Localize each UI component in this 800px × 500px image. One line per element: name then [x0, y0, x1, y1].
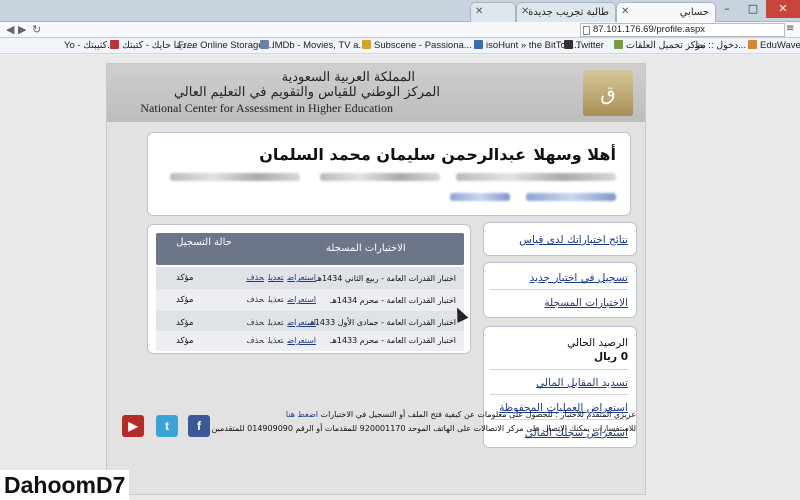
footer-info-line: عزيزي المتقدم للاختبار : للحصول على معلو… — [285, 410, 636, 419]
header-line2: المركز الوطني للقياس والتقويم في التعليم… — [173, 85, 440, 100]
row-actions: استعراضتعديل حذف — [242, 318, 316, 327]
divider — [490, 369, 628, 370]
status-badge: مؤكد — [176, 336, 194, 346]
bookmark-item[interactable]: Subscene - Passiona... — [362, 40, 472, 52]
delete-text: حذف — [246, 336, 264, 345]
maximize-icon[interactable]: □ — [740, 0, 766, 18]
close-icon[interactable]: ✕ — [521, 6, 529, 17]
url-text: 87.101.176.69/profile.aspx — [593, 24, 705, 35]
table-row: اختبار القدرات العامة - ربيع الثاني 1434… — [156, 267, 464, 289]
tab-label: طالبة تجريب جديدة — [528, 7, 609, 18]
page-icon — [583, 26, 590, 35]
tab-active[interactable]: ✕ حسابي — [616, 2, 716, 22]
facebook-icon[interactable]: f — [188, 415, 210, 437]
registered-exams-panel: الاختبارات المسجلة حالة التسجيل اختبار ا… — [147, 224, 471, 354]
bookmark-icon — [110, 40, 119, 49]
row-actions: استعراضتعديل حذف — [242, 336, 316, 345]
exam-name: اختبار القدرات العامة - ربيع الثاني 1434… — [315, 274, 456, 283]
bookmark-icon — [748, 40, 757, 49]
close-icon[interactable]: ✕ — [475, 6, 483, 17]
view-link[interactable]: استعراض — [287, 336, 316, 345]
table-row: اختبار القدرات العامة - محرم 1433هـ استع… — [156, 331, 464, 351]
redacted-link[interactable] — [526, 193, 616, 201]
divider — [490, 394, 628, 395]
tab-label: حسابي — [679, 7, 709, 18]
divider — [490, 289, 628, 290]
redacted-link[interactable] — [450, 193, 510, 201]
reload-icon[interactable]: ↻ — [32, 24, 41, 36]
delete-text: حذف — [246, 295, 264, 304]
user-name: عبدالرحمن سليمان محمد السلمان — [259, 145, 526, 164]
tab-extra[interactable]: ✕ — [470, 2, 516, 22]
row-actions: استعراضتعديل حذف — [242, 295, 316, 304]
col-header-status: حالة التسجيل — [176, 237, 232, 248]
edit-text: تعديل — [268, 336, 284, 345]
redacted-info — [170, 173, 300, 181]
tab-previous[interactable]: ✕ طالبة تجريب جديدة — [516, 2, 616, 22]
registered-exams-link[interactable]: الاختبارات المسجلة — [544, 297, 628, 309]
edit-link[interactable]: تعديل — [268, 273, 283, 282]
exam-name: اختبار القدرات العامة - جمادى الأول 1433… — [308, 318, 456, 327]
balance-label: الرصيد الحالي — [567, 337, 628, 349]
redacted-info — [320, 173, 440, 181]
delete-link[interactable]: حذف — [246, 273, 264, 282]
twitter-icon[interactable]: t — [156, 415, 178, 437]
browser-tab-strip: ✕ طالبة تجريب جديدة ✕ حسابي ✕ – □ ✕ — [0, 0, 800, 22]
bookmark-icon — [614, 40, 623, 49]
youtube-icon[interactable]: ▶ — [122, 415, 144, 437]
row-actions: استعراض تعديل حذف — [242, 273, 316, 282]
window-close-icon[interactable]: ✕ — [766, 0, 800, 18]
site-footer: عزيزي المتقدم للاختبار : للحصول على معلو… — [106, 410, 646, 440]
status-badge: مؤكد — [176, 318, 194, 328]
edit-text: تعديل — [268, 318, 284, 327]
view-link[interactable]: استعراض — [287, 318, 316, 327]
results-link[interactable]: نتائج اختباراتك لدى قياس — [519, 234, 628, 246]
table-row: اختبار القدرات العامة - محرم 1434هـ استع… — [156, 289, 464, 311]
address-bar: ◀ ▶ ↻ 87.101.176.69/profile.aspx ≡ — [0, 22, 800, 38]
exams-table-header: الاختبارات المسجلة حالة التسجيل — [156, 233, 464, 265]
header-line1: المملكة العربية السعودية — [281, 70, 415, 85]
col-header-exams: الاختبارات المسجلة — [326, 243, 406, 254]
qiyas-logo[interactable]: ق — [583, 70, 633, 116]
view-link[interactable]: استعراض — [287, 273, 316, 282]
balance-value: 0 ريال — [593, 351, 628, 363]
view-link[interactable]: استعراض — [287, 295, 316, 304]
welcome-greeting: أهلا وسهلا — [533, 145, 616, 164]
bookmark-icon — [564, 40, 573, 49]
redacted-info — [456, 173, 616, 181]
video-watermark: DahoomD7 — [0, 470, 130, 500]
window-controls: – □ ✕ — [714, 0, 800, 18]
status-badge: مؤكد — [176, 295, 194, 305]
results-box: نتائج اختباراتك لدى قياس — [483, 222, 637, 256]
close-icon[interactable]: ✕ — [621, 6, 629, 17]
back-icon[interactable]: ◀ — [6, 24, 14, 36]
bookmark-icon — [474, 40, 483, 49]
pay-fees-link[interactable]: تسديد المقابل المالي — [536, 377, 628, 389]
minimize-icon[interactable]: – — [714, 0, 740, 18]
welcome-panel: أهلا وسهلا عبدالرحمن سليمان محمد السلمان — [147, 132, 631, 216]
bookmark-item[interactable]: Yo - كتيبتك... — [64, 40, 115, 52]
bookmark-item[interactable]: دخول :: نظ... — [694, 40, 746, 52]
register-new-exam-link[interactable]: تسجيل في اختبار جديد — [530, 272, 628, 284]
bookmark-item[interactable]: EduWave — [748, 40, 800, 52]
bookmark-icon — [362, 40, 371, 49]
forward-icon[interactable]: ▶ — [18, 24, 26, 36]
footer-contact-line: للاستفسارات يمكنك الاتصال على مركز الاتص… — [211, 424, 636, 433]
wrench-menu-icon[interactable]: ≡ — [786, 23, 798, 35]
registration-box: تسجيل في اختبار جديد الاختبارات المسجلة — [483, 262, 637, 318]
bookmark-icon — [260, 40, 269, 49]
edit-text: تعديل — [268, 295, 284, 304]
exam-name: اختبار القدرات العامة - محرم 1434هـ — [330, 296, 456, 305]
status-badge: مؤكد — [176, 273, 194, 283]
site-header: المملكة العربية السعودية المركز الوطني ل… — [107, 64, 645, 122]
url-input[interactable]: 87.101.176.69/profile.aspx — [580, 23, 785, 37]
bookmarks-bar: Yo - كتيبتك... دينا حايك - كتبتك... Free… — [0, 38, 800, 54]
footer-help-link[interactable]: اضغط هنا — [286, 410, 318, 419]
bookmark-item[interactable]: مركز تحميل العلقات — [614, 40, 706, 52]
bookmark-item[interactable]: IMDb - Movies, TV a... — [260, 40, 366, 52]
delete-text: حذف — [246, 318, 264, 327]
bookmark-item[interactable]: Twitter — [564, 40, 604, 52]
exam-name: اختبار القدرات العامة - محرم 1433هـ — [330, 336, 456, 345]
header-english: National Center for Assessment in Higher… — [140, 101, 393, 115]
